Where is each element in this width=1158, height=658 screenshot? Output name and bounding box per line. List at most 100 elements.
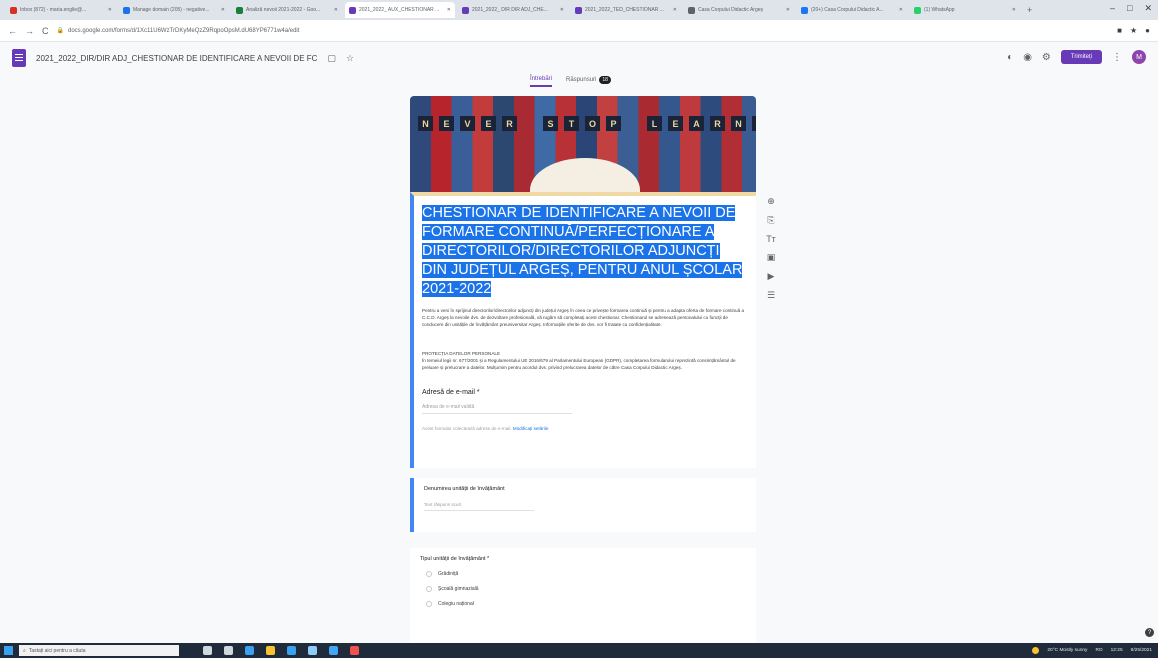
browser-tab[interactable]: 2021_2022_ AUX_CHESTIONAR ... ✕: [345, 2, 455, 18]
tab-label: Casa Corpului Didactic Argeș: [698, 7, 764, 13]
window-controls: – □ ✕: [1110, 3, 1152, 14]
document-title[interactable]: 2021_2022_DIR/DIR ADJ_CHESTIONAR DE IDEN…: [36, 54, 317, 63]
back-icon[interactable]: ←: [8, 26, 17, 36]
radio-label: Colegiu național: [438, 601, 474, 607]
browser-tab[interactable]: 2021_2022_ DIR DIR ADJ_CHE... ✕: [458, 2, 568, 18]
tab-favicon-icon: [914, 6, 921, 14]
change-settings-link[interactable]: Modificați setările: [513, 426, 549, 431]
tab-questions[interactable]: Întrebări: [530, 76, 553, 87]
taskbar-app-icon[interactable]: [287, 646, 296, 655]
email-note-text: Acest formular colectează adrese de e-ma…: [422, 426, 512, 431]
taskbar-search-input[interactable]: ⌕ Tastați aici pentru a căuta: [19, 645, 179, 656]
forward-icon[interactable]: →: [25, 26, 34, 36]
browser-tab[interactable]: Analiză nevoii 2021-2022 - Goo... ✕: [232, 2, 342, 18]
tab-close-icon[interactable]: ✕: [786, 7, 790, 13]
banner-gap: [627, 116, 641, 131]
tab-close-icon[interactable]: ✕: [108, 7, 112, 13]
preview-eye-icon[interactable]: ◉: [1023, 52, 1032, 63]
minimize-button[interactable]: –: [1110, 3, 1115, 14]
form-title-card[interactable]: CHESTIONAR DE IDENTIFICARE A NEVOII DE F…: [410, 192, 756, 468]
clock-date[interactable]: 8/25/2021: [1131, 648, 1152, 653]
form-title[interactable]: CHESTIONAR DE IDENTIFICARE A NEVOII DE F…: [422, 204, 746, 299]
extension-icon[interactable]: ■: [1117, 26, 1122, 35]
maximize-button[interactable]: □: [1127, 3, 1132, 14]
banner-letter: A: [689, 116, 704, 131]
browser-tab[interactable]: 2021_2022_TED_CHESTIONAR ... ✕: [571, 2, 681, 18]
tab-label: Manage domain (205) - negative...: [133, 7, 210, 13]
close-window-button[interactable]: ✕: [1144, 3, 1152, 14]
taskbar-app-icon[interactable]: [308, 646, 317, 655]
tab-responses[interactable]: Răspunsuri 18: [566, 76, 611, 87]
browser-tab[interactable]: (20+) Casa Corpului Didactic A... ✕: [797, 2, 907, 18]
tab-favicon-icon: [462, 6, 469, 14]
browser-tab[interactable]: Casa Corpului Didactic Argeș ✕: [684, 2, 794, 18]
windows-taskbar: ⌕ Tastați aici pentru a căuta 20°C Mostl…: [0, 643, 1158, 658]
bookmark-icon[interactable]: ★: [1130, 26, 1137, 35]
clock-time[interactable]: 12:25: [1111, 648, 1123, 653]
tab-close-icon[interactable]: ✕: [334, 7, 338, 13]
tab-close-icon[interactable]: ✕: [221, 7, 225, 13]
add-title-icon[interactable]: Tт: [766, 234, 776, 244]
open-book-graphic: [530, 158, 640, 192]
settings-gear-icon[interactable]: ⚙: [1042, 52, 1051, 63]
taskbar-app-icon[interactable]: [350, 646, 359, 655]
taskbar-app-icon[interactable]: [224, 646, 233, 655]
short-answer-field[interactable]: Text răspuns scurt: [424, 502, 534, 511]
tab-close-icon[interactable]: ✕: [560, 7, 564, 13]
email-question-label: Adresă de e-mail *: [422, 389, 480, 396]
banner-gap: [523, 116, 537, 131]
star-icon[interactable]: ☆: [346, 53, 354, 64]
system-tray: 20°C Mostly sunny RO 12:25 8/25/2021: [1032, 647, 1158, 654]
taskbar-app-icon[interactable]: [203, 646, 212, 655]
tab-close-icon[interactable]: ✕: [673, 7, 677, 13]
radio-option[interactable]: Grădiniță: [420, 571, 746, 577]
browser-tab[interactable]: Inbox (872) - maria.englie@... ✕: [6, 2, 116, 18]
add-image-icon[interactable]: ▣: [767, 252, 776, 263]
banner-letter: R: [502, 116, 517, 131]
banner-letter: E: [668, 116, 683, 131]
question-card-school-name[interactable]: Denumirea unității de învățământ Text ră…: [410, 478, 756, 532]
reload-icon[interactable]: C: [42, 26, 49, 36]
more-options-icon[interactable]: ⋮: [1112, 52, 1122, 63]
help-icon[interactable]: ?: [1145, 628, 1154, 637]
tab-favicon-icon: [123, 6, 130, 14]
taskbar-app-icon[interactable]: [329, 646, 338, 655]
avatar[interactable]: M: [1132, 50, 1146, 64]
radio-option[interactable]: Colegiu național: [420, 601, 746, 607]
folder-icon[interactable]: ▢: [327, 53, 336, 64]
palette-icon[interactable]: ◐: [1007, 52, 1013, 63]
new-tab-button[interactable]: +: [1023, 5, 1036, 15]
tab-close-icon[interactable]: ✕: [899, 7, 903, 13]
radio-circle-icon: [426, 601, 432, 607]
header-banner-image: NEVERSTOPLEARNING: [410, 96, 756, 192]
send-button[interactable]: Trimiteți: [1060, 50, 1102, 64]
radio-circle-icon: [426, 571, 432, 577]
add-section-icon[interactable]: ☰: [767, 290, 775, 301]
add-video-icon[interactable]: ▶: [768, 271, 775, 282]
radio-option[interactable]: Școală gimnazială: [420, 586, 746, 592]
language-indicator[interactable]: RO: [1095, 648, 1102, 653]
profile-icon[interactable]: ●: [1145, 26, 1150, 35]
browser-tab[interactable]: (1) WhatsApp ✕: [910, 2, 1020, 18]
gdpr-text: În temeiul legii nr. 677/2001 și a Regul…: [422, 358, 736, 370]
taskbar-app-icon[interactable]: [266, 646, 275, 655]
import-questions-icon[interactable]: ⎘: [767, 215, 774, 226]
form-description[interactable]: Pentru a veni în sprijinul directorilor/…: [422, 307, 746, 328]
windows-start-icon[interactable]: [4, 646, 13, 655]
question-card-school-type[interactable]: Tipul unității de învățământ * Grădiniță…: [410, 548, 756, 644]
add-question-icon[interactable]: ⊕: [767, 196, 775, 207]
tab-close-icon[interactable]: ✕: [1012, 7, 1016, 13]
url-field[interactable]: 🔒 docs.google.com/forms/d/1Xc11U6WzTrDKy…: [57, 27, 300, 35]
school-name-label: Denumirea unității de învățământ: [424, 486, 505, 492]
google-forms-logo-icon[interactable]: [12, 49, 26, 67]
tab-label: (20+) Casa Corpului Didactic A...: [811, 7, 884, 13]
tab-label: 2021_2022_TED_CHESTIONAR ...: [585, 7, 664, 13]
banner-letter: P: [606, 116, 621, 131]
browser-tab[interactable]: Manage domain (205) - negative... ✕: [119, 2, 229, 18]
extensions-area: ■ ★ ●: [1117, 26, 1150, 35]
taskbar-app-icon[interactable]: [245, 646, 254, 655]
tab-label: 2021_2022_ DIR DIR ADJ_CHE...: [472, 7, 548, 13]
tab-close-icon[interactable]: ✕: [447, 7, 451, 13]
email-field[interactable]: Adresa de e-mail validă: [422, 404, 572, 414]
weather-text[interactable]: 20°C Mostly sunny: [1047, 648, 1087, 653]
